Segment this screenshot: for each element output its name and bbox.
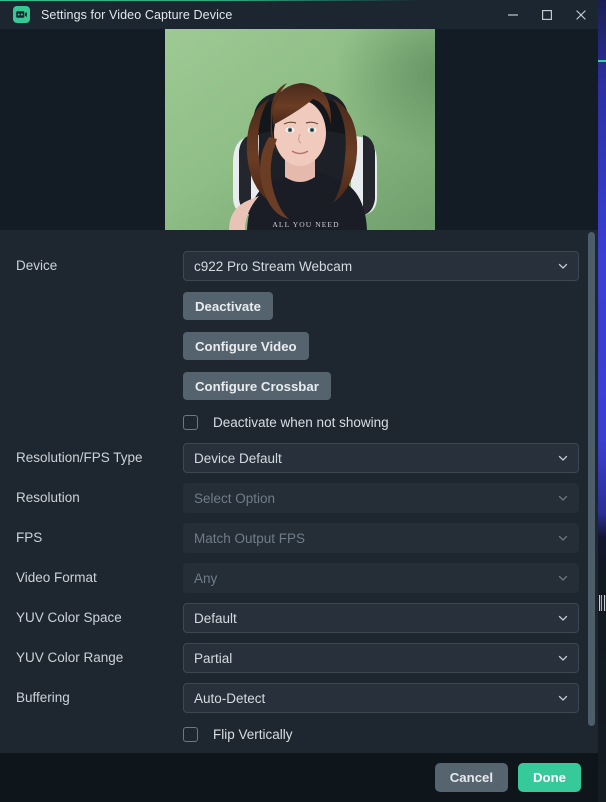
yuv-color-range-select[interactable]: Partial [183,643,579,673]
window-controls [496,0,598,29]
row-flip-vertically: Flip Vertically [0,718,598,750]
close-icon[interactable] [564,0,598,29]
row-buffering: Buffering Auto-Detect [0,678,598,718]
settings-scroll-area: Device c922 Pro Stream Webcam Deactivate… [0,230,598,753]
resolution-fps-type-value: Device Default [194,450,282,466]
configure-video-button[interactable]: Configure Video [183,332,309,360]
device-select-value: c922 Pro Stream Webcam [194,258,353,274]
webcam-live-preview: ALL YOU NEED [165,29,435,230]
label-buffering: Buffering [16,689,70,705]
label-resolution: Resolution [16,489,80,505]
device-select[interactable]: c922 Pro Stream Webcam [183,251,579,281]
svg-text:ALL YOU NEED: ALL YOU NEED [272,220,339,229]
video-format-value: Any [194,570,218,586]
chevron-down-icon [558,655,568,661]
row-deactivate-when-not-showing: Deactivate when not showing [0,406,598,438]
window-accent-line [0,0,420,1]
resolution-value: Select Option [194,490,276,506]
chevron-down-icon [558,535,568,541]
maximize-icon[interactable] [530,0,564,29]
buffering-value: Auto-Detect [194,690,266,706]
dialog-footer: Cancel Done [0,753,598,802]
resolution-select: Select Option [183,483,579,513]
video-format-select: Any [183,563,579,593]
yuv-color-range-value: Partial [194,650,233,666]
settings-window: Settings for Video Capture Device ALL YO… [0,0,598,802]
chevron-down-icon [558,575,568,581]
deactivate-when-not-showing-label: Deactivate when not showing [213,414,389,430]
fps-value: Match Output FPS [194,530,306,546]
row-resolution-fps-type: Resolution/FPS Type Device Default [0,438,598,478]
flip-vertically-label: Flip Vertically [213,726,293,742]
title-bar[interactable]: Settings for Video Capture Device [0,0,598,29]
row-configure-crossbar: Configure Crossbar [0,366,598,406]
chevron-down-icon [558,695,568,701]
row-device: Device c922 Pro Stream Webcam [0,246,598,286]
fps-select: Match Output FPS [183,523,579,553]
deactivate-button[interactable]: Deactivate [183,292,273,320]
scrollbar-thumb[interactable] [588,232,595,726]
row-video-format: Video Format Any [0,558,598,598]
row-configure-video: Configure Video [0,326,598,366]
chevron-down-icon [558,615,568,621]
settings-scrollbar[interactable] [587,230,596,753]
cancel-button[interactable]: Cancel [434,763,509,792]
row-fps: FPS Match Output FPS [0,518,598,558]
label-resolution-fps-type: Resolution/FPS Type [16,449,143,465]
row-yuv-color-range: YUV Color Range Partial [0,638,598,678]
chevron-down-icon [558,263,568,269]
video-capture-icon [13,6,30,23]
row-deactivate: Deactivate [0,286,598,326]
configure-crossbar-button[interactable]: Configure Crossbar [183,372,331,400]
row-resolution: Resolution Select Option [0,478,598,518]
deactivate-when-not-showing-checkbox[interactable] [183,414,198,430]
label-fps: FPS [16,529,43,545]
background-window-accent [598,60,606,62]
background-window-text-sliver [599,595,606,611]
buffering-select[interactable]: Auto-Detect [183,683,579,713]
yuv-color-space-select[interactable]: Default [183,603,579,633]
minimize-icon[interactable] [496,0,530,29]
label-yuv-color-range: YUV Color Range [16,649,124,665]
label-yuv-color-space: YUV Color Space [16,609,122,625]
background-window-strip[interactable] [598,0,606,802]
row-yuv-color-space: YUV Color Space Default [0,598,598,638]
label-video-format: Video Format [16,569,97,585]
yuv-color-space-value: Default [194,610,237,626]
flip-vertically-checkbox[interactable] [183,726,198,742]
video-preview-area: ALL YOU NEED [0,29,598,230]
resolution-fps-type-select[interactable]: Device Default [183,443,579,473]
chevron-down-icon [558,455,568,461]
label-device: Device [16,257,58,273]
window-title: Settings for Video Capture Device [41,7,233,22]
chevron-down-icon [558,495,568,501]
done-button[interactable]: Done [518,763,581,792]
